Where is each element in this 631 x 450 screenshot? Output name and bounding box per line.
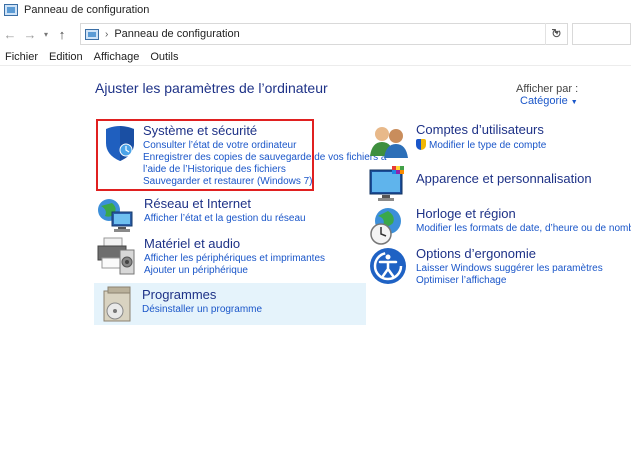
forward-arrow-icon[interactable]: → [20,24,40,44]
up-arrow-icon[interactable]: ↑ [52,24,72,44]
control-panel-icon [4,4,18,16]
address-row: ← → ▾ ↑ › Panneau de configuration ▾ ↻ [0,22,631,46]
search-input[interactable] [572,23,631,45]
shield-icon[interactable] [100,123,140,163]
menu-edit[interactable]: Edition [49,51,83,63]
programs-icon[interactable] [98,285,138,325]
category-title[interactable]: Réseau et Internet [144,196,306,211]
category-title[interactable]: Matériel et audio [144,236,325,251]
address-bar[interactable]: › Panneau de configuration ▾ [80,23,568,45]
chevron-down-icon[interactable]: ▼ [571,99,578,106]
menu-view[interactable]: Affichage [94,51,140,63]
menu-tools[interactable]: Outils [150,51,178,63]
printer-icon[interactable] [96,236,136,276]
category-title[interactable]: Options d’ergonomie [416,246,603,261]
category-title[interactable]: Système et sécurité [143,123,386,138]
page-title: Ajuster les paramètres de l’ordinateur [95,80,328,96]
menu-bar: Fichier Edition Affichage Outils [0,48,631,66]
window-title: Panneau de configuration [24,4,150,16]
link-check-status[interactable]: Consulter l’état de votre ordinateur [143,140,386,152]
view-by-label: Afficher par : [516,83,579,95]
category-programs: Programmes Désinstaller un programme [94,283,366,325]
address-control-panel-icon [85,28,99,40]
view-by-dropdown[interactable]: Catégorie [520,95,568,107]
view-by: Afficher par : Catégorie ▼ [516,83,631,107]
clock-globe-icon[interactable] [368,206,408,246]
link-uninstall-program[interactable]: Désinstaller un programme [142,304,262,316]
link-add-device[interactable]: Ajouter un périphérique [144,265,325,277]
link-optimize-display[interactable]: Optimiser l’affichage [416,275,603,287]
link-network-status[interactable]: Afficher l’état et la gestion du réseau [144,213,306,225]
breadcrumb-separator[interactable]: › [105,29,108,40]
refresh-button[interactable]: ↻ [545,23,567,45]
back-arrow-icon[interactable]: ← [0,24,20,44]
link-file-history-cont[interactable]: l’aide de l’Historique des fichiers [143,164,386,176]
category-title[interactable]: Horloge et région [416,206,631,221]
title-bar: Panneau de configuration [0,0,631,20]
link-label: Modifier le type de compte [429,140,547,151]
category-title[interactable]: Comptes d’utilisateurs [416,122,546,137]
category-system-security: Système et sécurité Consulter l’état de … [96,119,386,191]
link-windows-suggest[interactable]: Laisser Windows suggérer les paramètres [416,263,603,275]
link-file-history[interactable]: Enregistrer des copies de sauvegarde de … [143,152,386,164]
link-change-account-type[interactable]: Modifier le type de compte [416,139,546,152]
category-title[interactable]: Apparence et personnalisation [416,171,592,186]
link-date-time-formats[interactable]: Modifier les formats de date, d’heure ou… [416,223,631,235]
link-devices-printers[interactable]: Afficher les périphériques et imprimante… [144,253,325,265]
users-icon[interactable] [368,122,408,162]
appearance-icon[interactable] [368,164,408,204]
ease-of-access-icon[interactable] [368,246,408,286]
recent-locations-dropdown[interactable]: ▾ [40,24,52,44]
uac-shield-icon [416,139,426,150]
breadcrumb[interactable]: Panneau de configuration [114,28,239,40]
network-globe-icon[interactable] [96,196,136,236]
menu-file[interactable]: Fichier [5,51,38,63]
link-backup-restore[interactable]: Sauvegarder et restaurer (Windows 7) [143,176,386,188]
category-title[interactable]: Programmes [142,287,262,302]
